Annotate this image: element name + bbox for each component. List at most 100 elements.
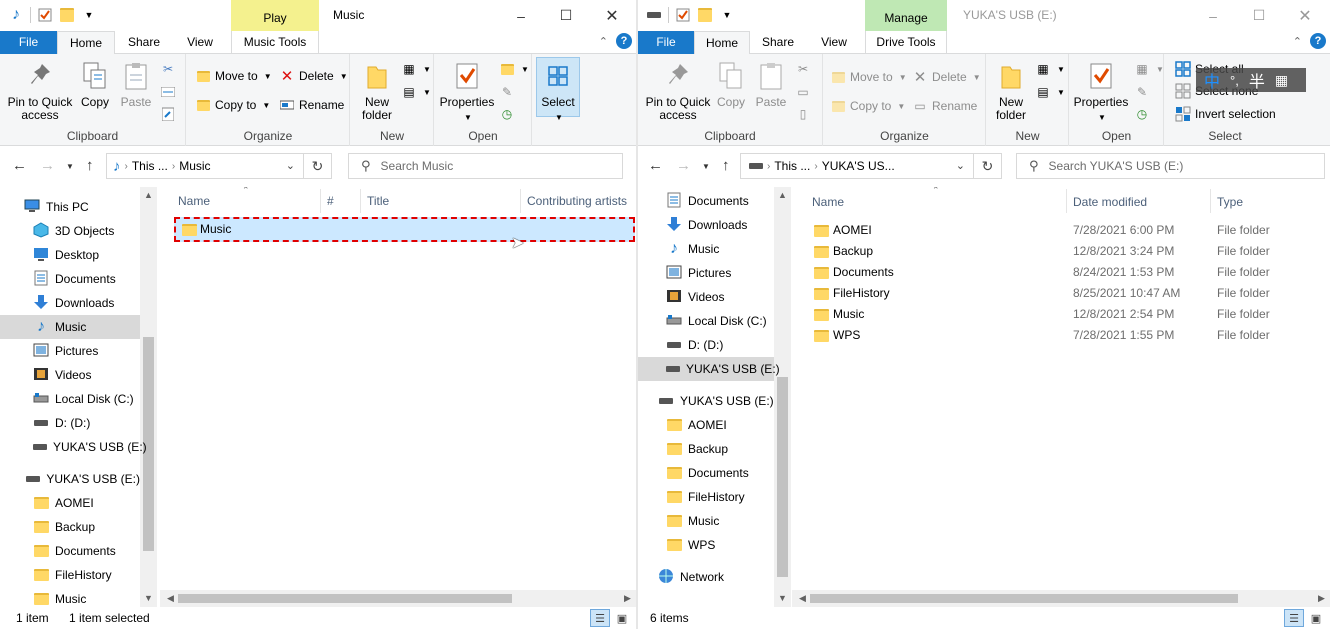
close-button[interactable]: ✕ (1282, 0, 1328, 31)
easy-access-button[interactable]: ▤ ▼ (1035, 81, 1065, 103)
ime-mode-indicator[interactable]: 中 (1204, 68, 1220, 92)
sidebar-item[interactable]: AOMEI (0, 491, 140, 515)
scroll-thumb[interactable] (810, 594, 1238, 603)
tab-home[interactable]: Home (694, 31, 750, 55)
tab-file[interactable]: File (638, 31, 694, 54)
sidebar-item[interactable]: D: (D:) (0, 411, 140, 435)
sidebar-item[interactable]: AOMEI (638, 413, 774, 437)
tab-file[interactable]: File (0, 31, 57, 54)
sidebar-item[interactable]: 3D Objects (0, 219, 140, 243)
new-folder-icon[interactable] (697, 6, 713, 24)
large-icons-view-icon[interactable]: ▣ (1306, 609, 1326, 627)
select-button[interactable]: Select ▼ (536, 57, 580, 122)
copy-to-button[interactable]: Copy to ▼ (830, 95, 905, 117)
tab-home[interactable]: Home (57, 31, 115, 55)
copy-button[interactable]: Copy (714, 58, 748, 109)
scroll-left-arrow[interactable]: ◀ (162, 590, 179, 607)
tab-view[interactable]: View (174, 31, 226, 54)
scroll-thumb[interactable] (777, 377, 788, 577)
pin-quick-access-button[interactable]: Pin to Quick access (642, 58, 714, 122)
paste-button[interactable]: Paste (753, 58, 789, 109)
sidebar-item[interactable]: YUKA'S USB (E:) (638, 357, 780, 381)
table-row[interactable]: WPS 7/28/2021 1:55 PM File folder (806, 325, 1330, 346)
sidebar-item[interactable]: D: (D:) (638, 333, 774, 357)
tab-share[interactable]: Share (118, 31, 170, 54)
forward-button[interactable]: → (40, 157, 55, 174)
column-title[interactable]: Title (367, 187, 389, 215)
properties-button[interactable]: Properties ▼ (439, 58, 495, 124)
maximize-button[interactable]: ☐ (543, 0, 589, 31)
table-row[interactable]: Music 12/8/2021 2:54 PM File folder (806, 304, 1330, 325)
delete-button[interactable]: ✕ Delete ▼ (279, 65, 348, 87)
new-folder-button[interactable]: New folder (991, 58, 1031, 122)
details-view-icon[interactable]: ☰ (1284, 609, 1304, 627)
open-button[interactable]: ▼ (499, 58, 529, 80)
forward-button[interactable]: → (676, 157, 691, 174)
edit-button[interactable]: ✎ (1134, 81, 1150, 103)
refresh-button[interactable]: ↻ (974, 153, 1002, 179)
properties-icon[interactable] (675, 6, 691, 24)
column-date-modified[interactable]: Date modified (1073, 188, 1147, 216)
minimize-button[interactable]: – (498, 0, 544, 31)
nav-scrollbar[interactable]: ▲ ▼ (774, 187, 791, 607)
recent-locations-button[interactable]: ▼ (66, 162, 74, 171)
sidebar-item[interactable]: Documents (0, 267, 140, 291)
help-icon[interactable]: ? (1310, 33, 1326, 49)
paste-shortcut-button[interactable]: ▯ (795, 103, 811, 125)
search-box[interactable]: ⚲ Search Music (348, 153, 623, 179)
context-tab-play[interactable]: Play (231, 0, 319, 31)
cut-button[interactable]: ✂ (160, 58, 176, 80)
sidebar-item[interactable]: This PC (0, 195, 140, 219)
paste-shortcut-button[interactable] (160, 103, 176, 125)
maximize-button[interactable]: ☐ (1236, 0, 1282, 31)
address-dropdown-icon[interactable]: ⌄ (956, 159, 965, 172)
scroll-thumb[interactable] (178, 594, 512, 603)
sidebar-item[interactable]: Backup (638, 437, 774, 461)
delete-button[interactable]: ✕ Delete ▼ (912, 66, 981, 88)
ime-width-indicator[interactable]: 半 (1249, 68, 1265, 92)
sidebar-item[interactable]: Videos (0, 363, 140, 387)
new-folder-icon[interactable] (59, 6, 75, 24)
sidebar-item[interactable]: YUKA'S USB (E:) (0, 435, 147, 459)
rename-button[interactable]: Rename (279, 94, 344, 116)
help-icon[interactable]: ? (616, 33, 632, 49)
sidebar-item[interactable]: Music (0, 587, 140, 607)
table-row[interactable]: AOMEI 7/28/2021 6:00 PM File folder (806, 220, 1330, 241)
sidebar-item[interactable]: ♪ Music (638, 237, 774, 261)
search-box[interactable]: ⚲ Search YUKA'S USB (E:) (1016, 153, 1325, 179)
scroll-left-arrow[interactable]: ◀ (794, 590, 811, 607)
pin-quick-access-button[interactable]: Pin to Quick access (4, 58, 76, 122)
sidebar-item[interactable]: Documents (638, 189, 774, 213)
sidebar-item[interactable]: Pictures (0, 339, 140, 363)
customize-toolbar-icon[interactable]: ▼ (719, 6, 735, 24)
scroll-down-arrow[interactable]: ▼ (140, 590, 157, 607)
scroll-up-arrow[interactable]: ▲ (140, 187, 157, 204)
copy-path-button[interactable] (160, 81, 176, 103)
address-dropdown-icon[interactable]: ⌄ (286, 159, 295, 172)
copy-path-button[interactable]: ▭ (795, 81, 811, 103)
sidebar-item[interactable]: Desktop (0, 243, 140, 267)
table-row[interactable]: FileHistory 8/25/2021 10:47 AM File folder (806, 283, 1330, 304)
sidebar-item[interactable]: Documents (0, 539, 140, 563)
rename-button[interactable]: ▭ Rename (912, 95, 977, 117)
back-button[interactable]: ← (12, 157, 27, 174)
scroll-down-arrow[interactable]: ▼ (774, 590, 791, 607)
close-button[interactable]: ✕ (589, 0, 635, 31)
up-button[interactable]: ↑ (86, 157, 94, 174)
tab-drive-tools[interactable]: Drive Tools (865, 31, 947, 54)
new-folder-button[interactable]: New folder (357, 58, 397, 122)
scroll-right-arrow[interactable]: ▶ (619, 590, 636, 607)
table-row[interactable]: Documents 8/24/2021 1:53 PM File folder (806, 262, 1330, 283)
sidebar-item[interactable]: Videos (638, 285, 774, 309)
paste-button[interactable]: Paste (118, 58, 154, 109)
column-contributing-artists[interactable]: Contributing artists (527, 187, 627, 215)
move-to-button[interactable]: Move to ▼ (195, 65, 272, 87)
collapse-ribbon-icon[interactable]: ⌃ (1293, 35, 1302, 48)
ime-punctuation-indicator[interactable]: °, (1230, 73, 1239, 88)
ime-skin-icon[interactable]: ▦ (1275, 72, 1288, 89)
up-button[interactable]: ↑ (722, 157, 730, 174)
customize-toolbar-icon[interactable]: ▼ (81, 6, 97, 24)
sidebar-item[interactable]: FileHistory (638, 485, 774, 509)
back-button[interactable]: ← (648, 157, 663, 174)
sidebar-item[interactable]: Pictures (638, 261, 774, 285)
